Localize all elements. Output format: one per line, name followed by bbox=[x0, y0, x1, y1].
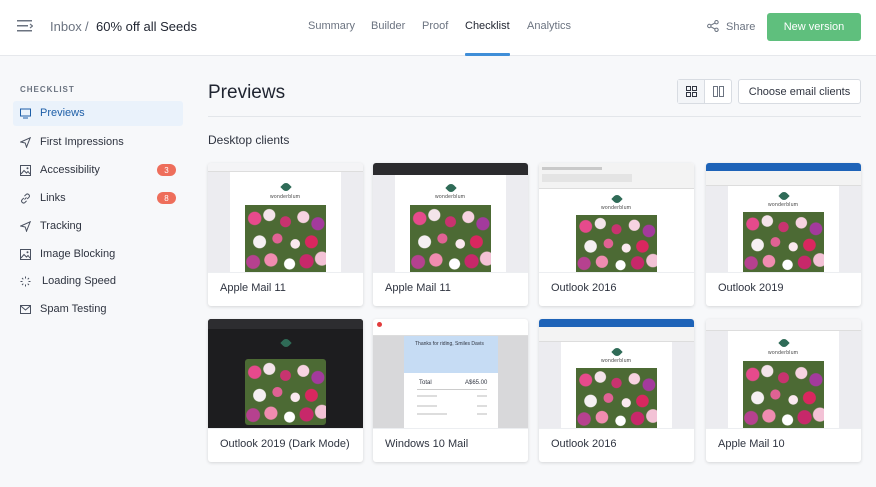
preview-thumbnail: wonderblum bbox=[539, 319, 694, 428]
send-icon bbox=[20, 221, 31, 232]
tab-checklist[interactable]: Checklist bbox=[465, 20, 510, 32]
sidebar-item-label: Spam Testing bbox=[40, 303, 107, 315]
tab-analytics[interactable]: Analytics bbox=[527, 20, 571, 32]
sidebar-item-label: Loading Speed bbox=[42, 275, 117, 287]
preview-thumbnail: Thanks for riding, Smiles Davis Total A$… bbox=[373, 319, 528, 428]
client-name: Outlook 2016 bbox=[551, 282, 617, 294]
client-name: Outlook 2016 bbox=[551, 438, 617, 450]
spinner-icon bbox=[20, 276, 31, 287]
preview-thumbnail: wonderblum bbox=[706, 319, 861, 428]
sidebar-item-image-blocking[interactable]: Image Blocking bbox=[13, 242, 183, 267]
divider bbox=[208, 116, 861, 117]
preview-card-apple-mail-11[interactable]: wonderblum Apple Mail 11 bbox=[208, 163, 363, 306]
page-title: Previews bbox=[208, 82, 286, 103]
sidebar-item-first-impressions[interactable]: First Impressions bbox=[13, 130, 183, 155]
sidebar-item-previews[interactable]: Previews bbox=[13, 101, 183, 126]
section-title: Desktop clients bbox=[208, 133, 290, 147]
preview-card-windows-10-mail[interactable]: Thanks for riding, Smiles Davis Total A$… bbox=[373, 319, 528, 462]
sidebar-heading: CHECKLIST bbox=[20, 85, 75, 94]
preview-card-outlook-2016[interactable]: wonderblum Outlook 2016 bbox=[539, 163, 694, 306]
receipt-total-value: A$65.00 bbox=[465, 380, 488, 386]
preview-brand: wonderblum bbox=[270, 194, 301, 200]
image-icon bbox=[20, 165, 31, 176]
sidebar-item-label: Accessibility bbox=[40, 164, 100, 176]
preview-brand: wonderblum bbox=[601, 358, 632, 364]
client-name: Apple Mail 11 bbox=[220, 282, 286, 294]
client-name: Apple Mail 11 bbox=[385, 282, 451, 294]
preview-brand: wonderblum bbox=[768, 202, 799, 208]
sidebar-item-label: Previews bbox=[40, 107, 85, 119]
receipt-heading: Thanks for riding, Smiles Davis bbox=[415, 341, 484, 347]
issue-count-badge: 8 bbox=[157, 192, 176, 204]
sidebar-item-spam-testing[interactable]: Spam Testing bbox=[13, 297, 183, 322]
preview-card-outlook-2019[interactable]: wonderblum Outlook 2019 bbox=[706, 163, 861, 306]
view-toggle bbox=[677, 79, 732, 104]
sidebar-item-accessibility[interactable]: Accessibility 3 bbox=[13, 158, 183, 183]
sidebar-item-label: First Impressions bbox=[40, 136, 124, 148]
sidebar-item-label: Links bbox=[40, 192, 66, 204]
preview-brand: wonderblum bbox=[601, 205, 632, 211]
monitor-icon bbox=[20, 108, 31, 119]
link-icon bbox=[21, 193, 30, 204]
receipt-total-label: Total bbox=[419, 380, 432, 386]
client-name: Outlook 2019 bbox=[718, 282, 784, 294]
tab-builder[interactable]: Builder bbox=[371, 20, 405, 32]
preview-thumbnail: wonderblum bbox=[539, 163, 694, 272]
choose-email-clients-button[interactable]: Choose email clients bbox=[738, 79, 861, 104]
preview-thumbnail: wonderblum bbox=[373, 163, 528, 272]
sidebar-item-tracking[interactable]: Tracking bbox=[13, 214, 183, 239]
preview-thumbnail: wonderblum bbox=[706, 163, 861, 272]
send-icon bbox=[20, 137, 31, 148]
breadcrumb-separator: / bbox=[85, 19, 89, 34]
grid-view-button[interactable] bbox=[678, 80, 705, 103]
preview-brand: wonderblum bbox=[768, 350, 799, 356]
active-tab-indicator bbox=[465, 53, 510, 56]
issue-count-badge: 3 bbox=[157, 164, 176, 176]
grid-icon bbox=[685, 86, 697, 97]
sidebar-item-label: Tracking bbox=[40, 220, 82, 232]
campaign-title: 60% off all Seeds bbox=[96, 19, 197, 34]
preview-brand: wonderblum bbox=[435, 194, 466, 200]
tab-summary[interactable]: Summary bbox=[308, 20, 355, 32]
preview-card-outlook-2016-b[interactable]: wonderblum Outlook 2016 bbox=[539, 319, 694, 462]
sidebar-item-label: Image Blocking bbox=[40, 248, 116, 260]
breadcrumb-inbox[interactable]: Inbox bbox=[50, 19, 82, 34]
client-name: Outlook 2019 (Dark Mode) bbox=[220, 438, 350, 450]
preview-card-outlook-2019-dark[interactable]: Outlook 2019 (Dark Mode) bbox=[208, 319, 363, 462]
share-icon bbox=[707, 20, 719, 33]
share-button[interactable]: Share bbox=[707, 20, 755, 35]
mail-icon bbox=[20, 305, 31, 314]
share-label: Share bbox=[726, 21, 756, 33]
tab-proof[interactable]: Proof bbox=[422, 20, 448, 32]
column-view-button[interactable] bbox=[705, 80, 732, 103]
preview-card-apple-mail-11-dark[interactable]: wonderblum Apple Mail 11 bbox=[373, 163, 528, 306]
preview-thumbnail: wonderblum bbox=[208, 163, 363, 272]
sidebar-item-links[interactable]: Links 8 bbox=[13, 186, 183, 211]
columns-icon bbox=[713, 86, 724, 97]
top-bar: Inbox / 60% off all Seeds Summary Builde… bbox=[0, 0, 876, 56]
hamburger-menu-icon[interactable] bbox=[17, 19, 33, 33]
new-version-button[interactable]: New version bbox=[767, 13, 861, 41]
sidebar-item-loading-speed[interactable]: Loading Speed bbox=[13, 269, 183, 294]
preview-thumbnail bbox=[208, 319, 363, 428]
client-name: Apple Mail 10 bbox=[718, 438, 785, 450]
client-name: Windows 10 Mail bbox=[385, 438, 469, 450]
preview-card-apple-mail-10[interactable]: wonderblum Apple Mail 10 bbox=[706, 319, 861, 462]
image-icon bbox=[20, 249, 31, 260]
